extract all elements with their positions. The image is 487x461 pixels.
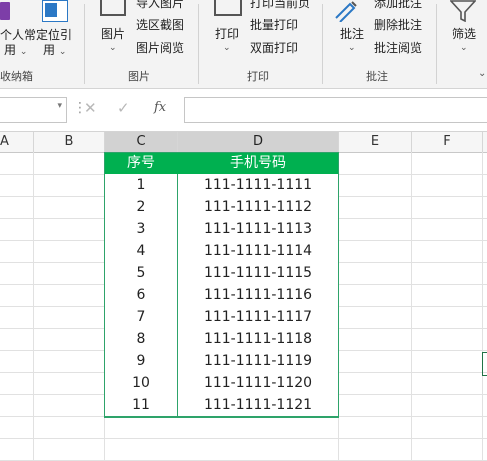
group-separator	[198, 4, 199, 84]
ribbon: 个人常 用 ⌄ 定位引 用 ⌄ 收纳箱 图片 ⌄ 导入图片 选区截图 图片阅览 …	[0, 0, 487, 89]
column-header-b[interactable]: B	[34, 132, 105, 153]
gridline	[0, 438, 487, 439]
column-header-f[interactable]: F	[412, 132, 483, 153]
personal-favorites-label-2[interactable]: 用 ⌄	[4, 43, 27, 60]
picture-button-label[interactable]: 图片	[101, 27, 125, 42]
chevron-down-icon: ⌄	[223, 43, 231, 53]
print-button-label[interactable]: 打印	[215, 27, 239, 42]
column-header-c[interactable]: C	[105, 132, 178, 153]
batch-print-button[interactable]: 批量打印	[250, 18, 298, 32]
comment-pen-icon[interactable]	[334, 0, 362, 22]
ribbon-collapse-icon[interactable]: ⌄	[478, 68, 486, 79]
chevron-down-icon: ⌄	[348, 43, 356, 53]
table-col-divider	[177, 174, 178, 417]
table-border	[104, 152, 339, 418]
selection-edge-marker	[482, 352, 487, 376]
add-comment-button[interactable]: 添加批注	[374, 0, 422, 10]
filter-funnel-icon[interactable]	[450, 0, 476, 22]
spreadsheet-grid[interactable]: A B C D E F 序号 手机号码 1 111-1111-1111 2 111-1…	[0, 132, 487, 461]
column-header-d[interactable]: D	[178, 132, 339, 153]
print-current-page-button[interactable]: 打印当前页	[250, 0, 310, 10]
comment-preview-button[interactable]: 批注阅览	[374, 41, 422, 55]
picture-preview-button[interactable]: 图片阅览	[136, 41, 184, 55]
locate-reference-label-2[interactable]: 用 ⌄	[43, 43, 66, 60]
group-separator	[84, 4, 85, 84]
group-label-print: 打印	[247, 70, 269, 83]
delete-comment-button[interactable]: 删除批注	[374, 18, 422, 32]
column-header-g[interactable]	[483, 132, 487, 153]
group-picture: 图片 ⌄ 导入图片 选区截图 图片阅览 图片	[86, 0, 196, 88]
group-label-storage: 收纳箱	[0, 70, 33, 83]
group-label-picture: 图片	[128, 70, 150, 83]
duplex-print-button[interactable]: 双面打印	[250, 41, 298, 55]
insert-function-icon[interactable]: fx	[154, 100, 166, 115]
chevron-down-icon: ⌄	[19, 47, 28, 57]
group-separator	[322, 4, 323, 84]
filter-button-label[interactable]: 筛选	[452, 27, 476, 42]
cancel-icon[interactable]: ✕	[84, 99, 97, 117]
formula-bar: ▾ ⋮ ✕ ✓ fx	[0, 89, 487, 132]
chevron-down-icon[interactable]: ▾	[57, 101, 62, 111]
group-filter: 筛选 ⌄ ⌄	[440, 0, 487, 88]
enter-check-icon[interactable]: ✓	[117, 99, 130, 117]
region-screenshot-button[interactable]: 选区截图	[136, 18, 184, 32]
group-comment: 批注 ⌄ 添加批注 删除批注 批注阅览 批注	[324, 0, 434, 88]
printer-icon[interactable]	[214, 0, 242, 16]
comment-button-label[interactable]: 批注	[340, 27, 364, 42]
column-header-a[interactable]: A	[0, 132, 34, 153]
group-label-comment: 批注	[366, 70, 388, 83]
chevron-down-icon: ⌄	[58, 47, 67, 57]
group-print: 打印 ⌄ 打印当前页 批量打印 双面打印 打印	[200, 0, 320, 88]
personal-favorites-icon[interactable]	[0, 2, 10, 20]
group-separator	[436, 4, 437, 84]
import-picture-button[interactable]: 导入图片	[136, 0, 184, 10]
formula-input[interactable]	[184, 97, 487, 123]
group-storage: 个人常 用 ⌄ 定位引 用 ⌄ 收纳箱	[0, 0, 82, 88]
locate-reference-label[interactable]: 定位引	[36, 28, 72, 43]
chevron-down-icon: ⌄	[460, 43, 468, 53]
picture-icon[interactable]	[100, 0, 126, 16]
personal-favorites-label[interactable]: 个人常	[0, 28, 36, 43]
name-box[interactable]: ▾	[0, 97, 67, 123]
column-header-e[interactable]: E	[339, 132, 412, 153]
locate-reference-icon[interactable]	[42, 0, 68, 22]
chevron-down-icon: ⌄	[109, 43, 117, 53]
